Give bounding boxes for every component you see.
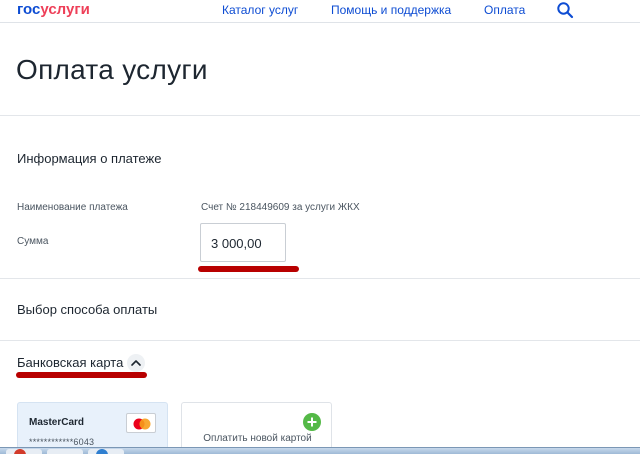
divider <box>0 278 640 279</box>
amount-label: Сумма <box>17 236 49 247</box>
header: госуслуги Каталог услуг Помощь и поддерж… <box>0 0 640 22</box>
search-icon[interactable] <box>556 1 574 19</box>
card-number-masked: ************6043 <box>29 437 95 447</box>
logo-part-gos: гос <box>17 1 41 18</box>
logo-part-uslugi: услуги <box>40 1 90 18</box>
bank-card-label: Банковская карта <box>17 355 124 370</box>
amount-highlight-underline <box>198 266 299 272</box>
page-title: Оплата услуги <box>16 54 208 85</box>
explorer-taskbar-icon[interactable] <box>96 449 108 454</box>
nav-help[interactable]: Помощь и поддержка <box>331 3 451 17</box>
header-divider <box>0 22 640 23</box>
add-card-plus-icon[interactable] <box>303 413 321 431</box>
card-brand-name: MasterCard <box>29 417 85 428</box>
nav-catalog[interactable]: Каталог услуг <box>222 3 298 17</box>
os-taskbar <box>0 447 640 454</box>
chevron-up-icon[interactable] <box>127 354 145 372</box>
taskbar-button[interactable] <box>47 449 83 454</box>
amount-value: 3 000,00 <box>211 236 262 251</box>
divider <box>0 115 640 116</box>
payment-info-title: Информация о платеже <box>17 151 162 166</box>
mastercard-logo-icon <box>126 413 156 433</box>
payment-name-label: Наименование платежа <box>17 202 128 213</box>
divider <box>0 340 640 341</box>
payment-method-title: Выбор способа оплаты <box>17 302 158 317</box>
pay-new-card-label: Оплатить новой картой <box>203 433 312 444</box>
browser-taskbar-icon[interactable] <box>14 449 26 454</box>
bank-card-highlight-underline <box>16 372 147 378</box>
nav-payment[interactable]: Оплата <box>484 3 525 17</box>
gosuslugi-logo[interactable]: госуслуги <box>17 1 90 18</box>
payment-name-value: Счет № 218449609 за услуги ЖКХ <box>201 202 360 213</box>
amount-field[interactable]: 3 000,00 <box>200 223 286 262</box>
